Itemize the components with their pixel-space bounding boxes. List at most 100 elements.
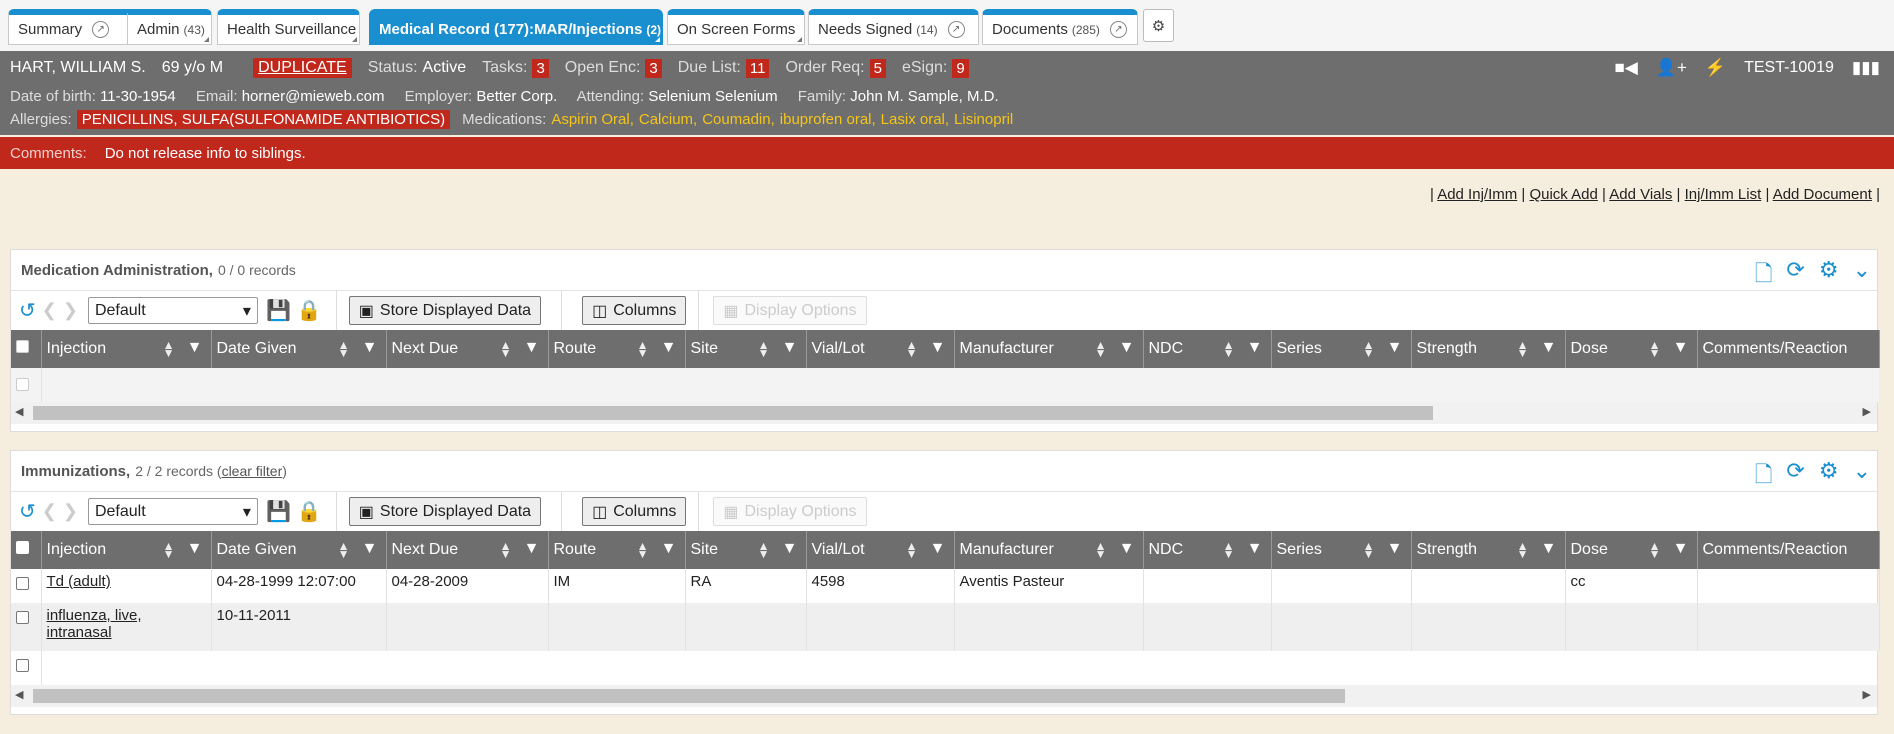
sort-icon[interactable]: ▲ ▼ — [500, 339, 512, 359]
tab-needs-signed[interactable]: Needs Signed (14) ↗ — [808, 9, 979, 45]
view-select[interactable]: Default ▾ — [87, 498, 258, 525]
table-row[interactable]: influenza, live, intranasal 10-11-2011 — [11, 603, 1880, 651]
save-icon[interactable]: 💾 — [266, 298, 291, 323]
row-checkbox[interactable] — [16, 611, 29, 624]
order-req-group[interactable]: Order Req: 5 — [785, 58, 886, 78]
select-all-checkbox[interactable] — [16, 340, 29, 353]
medication-item[interactable]: Calcium — [639, 111, 693, 128]
add-document-link[interactable]: Add Document — [1773, 186, 1872, 203]
column-header-dose[interactable]: Dose ▲ ▼ ▼ — [1565, 330, 1698, 368]
filter-icon[interactable]: ▼ — [187, 339, 203, 357]
inj-imm-list-link[interactable]: Inj/Imm List — [1685, 186, 1762, 203]
column-header-manufacturer[interactable]: Manufacturer ▲ ▼ ▼ — [954, 531, 1144, 569]
row-checkbox[interactable] — [16, 577, 29, 590]
medication-item[interactable]: Lisinopril — [954, 111, 1013, 128]
sort-icon[interactable]: ▲ ▼ — [1517, 540, 1529, 560]
column-header-route[interactable]: Route ▲ ▼ ▼ — [548, 531, 686, 569]
duplicate-link[interactable]: DUPLICATE — [253, 58, 352, 78]
external-link-icon[interactable]: ↗ — [92, 21, 110, 38]
video-camera-icon[interactable]: ■◀ — [1614, 58, 1637, 78]
column-header-strength[interactable]: Strength ▲ ▼ ▼ — [1411, 531, 1566, 569]
filter-icon[interactable]: ▼ — [782, 339, 798, 357]
column-header-manufacturer[interactable]: Manufacturer ▲ ▼ ▼ — [954, 330, 1144, 368]
select-all-header[interactable] — [11, 531, 42, 569]
column-header-next-due[interactable]: Next Due ▲ ▼ ▼ — [386, 330, 549, 368]
sort-icon[interactable]: ▲ ▼ — [637, 339, 649, 359]
column-header-dose[interactable]: Dose ▲ ▼ ▼ — [1565, 531, 1698, 569]
external-link-icon[interactable]: ↗ — [1109, 21, 1127, 38]
column-header-vial-lot[interactable]: Vial/Lot ▲ ▼ ▼ — [806, 531, 955, 569]
filter-icon[interactable]: ▼ — [187, 540, 203, 558]
sort-icon[interactable]: ▲ ▼ — [758, 540, 770, 560]
sort-icon[interactable]: ▲ ▼ — [637, 540, 649, 560]
sort-icon[interactable]: ▲ ▼ — [758, 339, 770, 359]
medication-item[interactable]: Coumadin — [702, 111, 770, 128]
column-header-strength[interactable]: Strength ▲ ▼ ▼ — [1411, 330, 1566, 368]
refresh-icon[interactable]: ⟳ — [1786, 257, 1804, 295]
medication-item[interactable]: ibuprofen oral — [780, 111, 872, 128]
add-vials-link[interactable]: Add Vials — [1609, 186, 1672, 203]
filter-icon[interactable]: ▼ — [1247, 339, 1263, 357]
column-header-vial-lot[interactable]: Vial/Lot ▲ ▼ ▼ — [806, 330, 955, 368]
filter-icon[interactable]: ▼ — [1387, 540, 1403, 558]
tasks-badge[interactable]: 3 — [532, 58, 549, 78]
column-header-ndc[interactable]: NDC ▲ ▼ ▼ — [1143, 531, 1272, 569]
horizontal-scrollbar[interactable]: ◀ ▶ — [11, 402, 1877, 424]
sort-icon[interactable]: ▲ ▼ — [163, 339, 175, 359]
tab-medical-record[interactable]: Medical Record (177):MAR/Injections (2) — [369, 9, 663, 45]
scrollbar-thumb[interactable] — [33, 689, 1345, 703]
undo-icon[interactable]: ↺ — [19, 298, 36, 323]
scroll-right-icon[interactable]: ▶ — [1863, 405, 1871, 418]
filter-icon[interactable]: ▼ — [1119, 339, 1135, 357]
column-header-route[interactable]: Route ▲ ▼ ▼ — [548, 330, 686, 368]
column-header-date-given[interactable]: Date Given ▲ ▼ ▼ — [211, 330, 387, 368]
scroll-left-icon[interactable]: ◀ — [15, 688, 23, 701]
medication-item[interactable]: Lasix oral — [881, 111, 945, 128]
column-header-injection[interactable]: Injection ▲ ▼ ▼ — [41, 330, 212, 368]
collapse-chevron-icon[interactable]: ⌄ — [1853, 257, 1871, 295]
sort-icon[interactable]: ▲ ▼ — [338, 339, 350, 359]
filter-icon[interactable]: ▼ — [1673, 339, 1689, 357]
lock-icon[interactable]: 🔒 — [297, 298, 322, 323]
order-req-badge[interactable]: 5 — [869, 58, 886, 78]
medication-item[interactable]: Aspirin Oral — [551, 111, 629, 128]
tab-admin[interactable]: Admin (43) — [127, 9, 212, 45]
open-enc-badge[interactable]: 3 — [645, 58, 662, 78]
external-link-icon[interactable]: ↗ — [947, 21, 965, 38]
columns-button[interactable]: ◫ Columns — [582, 296, 687, 325]
sort-icon[interactable]: ▲ ▼ — [1363, 540, 1375, 560]
sort-icon[interactable]: ▲ ▼ — [1517, 339, 1529, 359]
column-header-next-due[interactable]: Next Due ▲ ▼ ▼ — [386, 531, 549, 569]
column-header-comments[interactable]: Comments/Reaction — [1697, 330, 1880, 368]
filter-icon[interactable]: ▼ — [1119, 540, 1135, 558]
injection-link[interactable]: influenza, live, intranasal — [47, 607, 142, 641]
tab-documents[interactable]: Documents (285) ↗ — [982, 9, 1138, 45]
filter-icon[interactable]: ▼ — [661, 540, 677, 558]
sort-icon[interactable]: ▲ ▼ — [1223, 339, 1235, 359]
filter-icon[interactable]: ▼ — [362, 540, 378, 558]
sort-icon[interactable]: ▲ ▼ — [1095, 339, 1107, 359]
filter-icon[interactable]: ▼ — [1673, 540, 1689, 558]
column-header-site[interactable]: Site ▲ ▼ ▼ — [685, 330, 807, 368]
column-header-series[interactable]: Series ▲ ▼ ▼ — [1271, 330, 1412, 368]
lightning-icon[interactable]: ⚡ — [1705, 58, 1726, 78]
new-document-icon[interactable]: 🗋 — [1755, 458, 1773, 496]
settings-icon[interactable]: ⚙ — [1819, 257, 1839, 295]
sort-icon[interactable]: ▲ ▼ — [906, 339, 918, 359]
filter-icon[interactable]: ▼ — [524, 540, 540, 558]
due-list-group[interactable]: Due List: 11 — [678, 58, 770, 78]
column-header-series[interactable]: Series ▲ ▼ ▼ — [1271, 531, 1412, 569]
lock-icon[interactable]: 🔒 — [297, 499, 322, 524]
scroll-right-icon[interactable]: ▶ — [1863, 688, 1871, 701]
injection-link[interactable]: Td (adult) — [47, 573, 111, 590]
filter-icon[interactable]: ▼ — [524, 339, 540, 357]
column-header-site[interactable]: Site ▲ ▼ ▼ — [685, 531, 807, 569]
scrollbar-thumb[interactable] — [33, 406, 1433, 420]
select-all-checkbox[interactable] — [16, 541, 29, 554]
column-header-injection[interactable]: Injection ▲ ▼ ▼ — [41, 531, 212, 569]
column-header-date-given[interactable]: Date Given ▲ ▼ ▼ — [211, 531, 387, 569]
store-displayed-data-button[interactable]: ▣ Store Displayed Data — [348, 497, 542, 526]
due-list-badge[interactable]: 11 — [745, 58, 770, 78]
select-all-header[interactable] — [11, 330, 42, 368]
tab-on-screen-forms[interactable]: On Screen Forms — [667, 9, 805, 45]
